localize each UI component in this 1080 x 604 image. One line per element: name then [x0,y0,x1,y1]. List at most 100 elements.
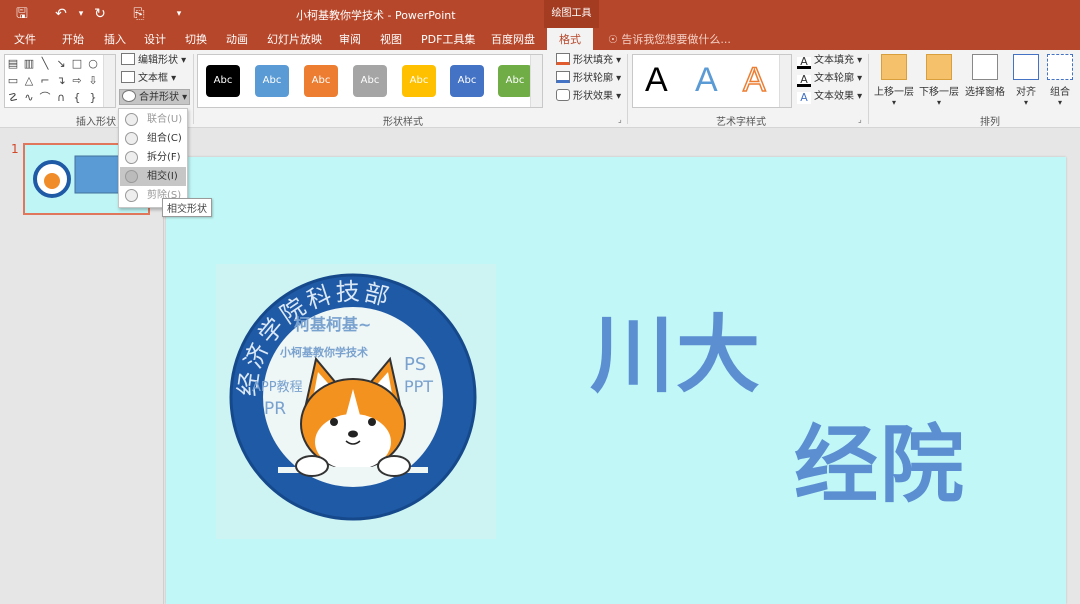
elbow-connector-shape-icon[interactable]: ⌐ [38,74,52,88]
tab-format[interactable]: 格式 [547,28,593,50]
wordart-gallery[interactable]: A A A [632,54,792,108]
undo-icon[interactable]: ↶ [52,5,70,23]
merge-shapes-label: 合并形状 [139,92,179,103]
tab-file[interactable]: 文件 [14,31,36,47]
shape-styles-launcher-icon[interactable]: ⌟ [618,115,622,124]
shape-effects-button[interactable]: 形状效果 ▾ [556,89,621,105]
shape-outline-button[interactable]: 形状轮廓 ▾ [556,71,621,87]
shape-style-swatch[interactable]: Abc [450,65,484,97]
align-button[interactable]: 对齐 ▾ [1011,54,1041,107]
tab-transitions[interactable]: 切换 [185,31,207,47]
shape-effects-icon [556,89,570,101]
shape-style-swatch[interactable]: Abc [206,65,240,97]
tab-insert[interactable]: 插入 [104,31,126,47]
freeform-shape-icon[interactable]: ☡ [6,91,20,105]
tab-design[interactable]: 设计 [144,31,166,47]
text-box-button[interactable]: 文本框 ▾ [121,71,176,87]
shape-gallery[interactable]: ▤ ▥ ╲ ↘ □ ○ ▭ △ ⌐ ↴ ⇨ ⇩ ☡ ∿ ⌒ ∩ { } [4,54,116,108]
tab-view[interactable]: 视图 [380,31,402,47]
shape-style-gallery[interactable]: Abc Abc Abc Abc Abc Abc Abc [197,54,543,108]
wordart-gallery-scroll[interactable] [779,55,791,107]
shape-outline-label: 形状轮廓 [573,73,613,84]
menu-item-combine[interactable]: 组合(C) [120,129,186,148]
customize-qat-icon[interactable]: ▾ [170,5,188,23]
undo-dropdown-icon[interactable]: ▾ [72,5,90,23]
redo-icon[interactable]: ↻ [91,5,109,23]
send-backward-button[interactable]: 下移一层 ▾ [918,54,960,107]
vertical-textbox-shape-icon[interactable]: ▥ [22,57,36,71]
window-title: 小柯基教你学技术 - PowerPoint [296,9,456,22]
wordart-blue[interactable]: A [695,61,718,100]
shape-style-swatch[interactable]: Abc [304,65,338,97]
arrow-line-shape-icon[interactable]: ↘ [54,57,68,71]
tab-slideshow[interactable]: 幻灯片放映 [267,31,322,47]
shape-fill-button[interactable]: 形状填充 ▾ [556,53,621,69]
logo-image: 经济学院科技部 柯基柯基~ 小柯基教你学技术 APP教程 PR PS PPT [216,264,496,539]
text-box-icon [121,71,135,83]
lightbulb-icon: ☉ [608,33,622,46]
tooltip: 相交形状 [162,198,212,217]
intersect-icon [125,170,138,183]
menu-item-union[interactable]: 联合(U) [120,110,186,129]
tell-me-box[interactable]: ☉ 告诉我您想要做什么... [608,31,731,47]
ribbon-tabs: 文件 开始 插入 设计 切换 动画 幻灯片放映 审阅 视图 PDF工具集 百度网… [0,28,1080,50]
bring-forward-button[interactable]: 上移一层 ▾ [873,54,915,107]
shape-fill-label: 形状填充 [573,55,613,66]
slide-number: 1 [11,142,19,156]
group-label: 组合 [1050,87,1070,98]
menu-item-label: 拆分(F) [147,152,181,163]
print-preview-icon[interactable]: ⎘ [130,5,148,23]
text-outline-button[interactable]: A 文本轮廓 ▾ [797,71,862,87]
rectangle-shape-icon[interactable]: □ [70,57,84,71]
edit-shape-icon [121,53,135,65]
edit-shape-label: 编辑形状 [138,55,178,66]
group-button[interactable]: 组合 ▾ [1045,54,1075,107]
right-brace-shape-icon[interactable]: } [86,91,100,105]
slide-text-jingyuan[interactable]: 经院 [794,398,966,519]
wordart-launcher-icon[interactable]: ⌟ [858,115,862,124]
merge-shapes-button[interactable]: 合并形状 ▾ [119,89,191,105]
wordart-orange-outline[interactable]: A [742,60,766,100]
menu-item-intersect[interactable]: 相交(I) [120,167,186,186]
selection-pane-icon [972,54,998,80]
text-effects-button[interactable]: A 文本效果 ▾ [797,89,862,105]
shape-style-swatch[interactable]: Abc [353,65,387,97]
down-arrow-shape-icon[interactable]: ⇩ [86,74,100,88]
shape-style-swatch[interactable]: Abc [498,65,532,97]
oval-shape-icon[interactable]: ○ [86,57,100,71]
menu-item-label: 组合(C) [147,133,182,144]
menu-item-fragment[interactable]: 拆分(F) [120,148,186,167]
right-arrow-shape-icon[interactable]: ⇨ [70,74,84,88]
slide-canvas[interactable]: 经济学院科技部 柯基柯基~ 小柯基教你学技术 APP教程 PR PS PPT 川… [166,157,1066,604]
text-effects-label: 文本效果 [814,91,854,102]
tab-pdf-tools[interactable]: PDF工具集 [421,31,475,47]
shape-style-swatch[interactable]: Abc [255,65,289,97]
tell-me-text: 告诉我您想要做什么... [621,33,731,46]
group-divider [193,54,194,124]
logo-left-tag-1: APP教程 [252,379,303,395]
edit-shape-button[interactable]: 编辑形状 ▾ [121,53,186,69]
textbox-shape-icon[interactable]: ▤ [6,57,20,71]
left-brace-shape-icon[interactable]: { [70,91,84,105]
wordart-black[interactable]: A [645,61,668,100]
line-shape-icon[interactable]: ╲ [38,57,52,71]
tab-home[interactable]: 开始 [62,31,84,47]
scribble-shape-icon[interactable]: ∿ [22,91,36,105]
text-fill-label: 文本填充 [814,55,854,66]
slide-text-chuanda[interactable]: 川大 [590,288,762,409]
shape-gallery-scroll[interactable] [103,55,115,107]
tab-animations[interactable]: 动画 [226,31,248,47]
arc-shape-icon[interactable]: ⌒ [38,91,52,105]
logo-tag-line-2: 小柯基教你学技术 [279,345,368,359]
curve-shape-icon[interactable]: ∩ [54,91,68,105]
shape-style-swatch[interactable]: Abc [402,65,436,97]
elbow-arrow-shape-icon[interactable]: ↴ [54,74,68,88]
rounded-rect-shape-icon[interactable]: ▭ [6,74,20,88]
text-fill-button[interactable]: A 文本填充 ▾ [797,53,862,69]
tab-review[interactable]: 审阅 [339,31,361,47]
save-icon[interactable]: 🖫 [13,5,31,23]
selection-pane-button[interactable]: 选择窗格 [963,54,1007,98]
triangle-shape-icon[interactable]: △ [22,74,36,88]
tab-baidu-netdisk[interactable]: 百度网盘 [491,31,535,47]
shape-style-gallery-scroll[interactable] [530,55,542,107]
